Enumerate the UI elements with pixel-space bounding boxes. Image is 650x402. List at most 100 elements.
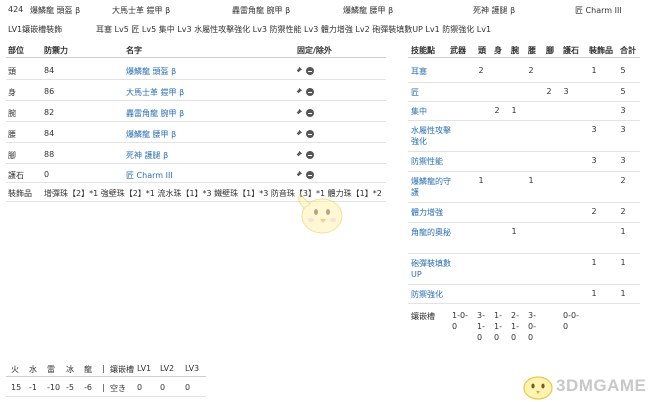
- skill-value: 3: [620, 106, 626, 115]
- skill-value: 1: [478, 176, 484, 185]
- slot-value: 0: [528, 333, 534, 342]
- skill-header-decorations: 裝飾品: [589, 46, 613, 55]
- resist-value: 0: [185, 383, 191, 392]
- row-defense: 88: [44, 150, 55, 159]
- slot-value: 1-: [494, 311, 502, 320]
- top-item-waist: 爆鱗龍 腰甲 β: [343, 6, 394, 15]
- skill-value: 1: [591, 289, 597, 298]
- skill-name-link[interactable]: 耳塞: [411, 66, 451, 77]
- row-part: 腳: [8, 151, 16, 160]
- skill-header-head: 頭: [478, 46, 486, 55]
- row-armor-link[interactable]: 爆鱗龍 腰甲 β: [126, 129, 176, 140]
- skill-header-charm: 護石: [563, 46, 579, 55]
- resist-value: 0: [160, 383, 166, 392]
- resist-header: LV2: [160, 364, 175, 373]
- top-item-head: 爆鱗龍 頭盔 β: [30, 6, 81, 15]
- exclude-icon[interactable]: [306, 67, 314, 75]
- skill-name-link[interactable]: 防禦性能: [411, 156, 451, 167]
- mascot-watermark-icon: [298, 193, 343, 234]
- skill-value: 1: [620, 258, 626, 267]
- exclude-icon[interactable]: [306, 151, 314, 159]
- pin-icon[interactable]: [294, 66, 303, 75]
- skill-value: 3: [591, 156, 597, 165]
- skill-value: 1: [511, 106, 517, 115]
- decorations-label: 裝飾品: [8, 189, 32, 198]
- skill-value: 1: [591, 258, 597, 267]
- row-armor-link[interactable]: 轟雷角龍 腕甲 β: [126, 108, 184, 119]
- skills-summary-right: 耳塞 Lv5 匠 Lv5 集中 Lv3 水屬性攻擊強化 Lv3 防禦性能 Lv3…: [96, 25, 492, 34]
- skill-value: 5: [620, 66, 626, 75]
- row-part: 腕: [8, 109, 16, 118]
- slot-value: 0: [477, 333, 483, 342]
- exclude-icon[interactable]: [306, 171, 314, 179]
- pin-icon[interactable]: [294, 150, 303, 159]
- resist-header: 水: [29, 365, 37, 374]
- top-item-body: 大馬士革 鎧甲 β: [112, 6, 171, 15]
- resist-header: |: [102, 364, 105, 373]
- slot-value: 3-: [477, 311, 485, 320]
- resist-value: 0: [137, 383, 143, 392]
- skill-name-link[interactable]: 防禦強化: [411, 289, 451, 300]
- skill-name-link[interactable]: 匠: [411, 87, 451, 98]
- slot-value: 1-0-: [452, 311, 468, 320]
- skill-header-total: 合計: [620, 46, 636, 55]
- skill-name-link[interactable]: 水屬性攻擊強化: [411, 125, 451, 147]
- pin-icon[interactable]: [294, 170, 303, 179]
- skills-summary-left: LV1鑲嵌槽裝飾: [8, 25, 63, 34]
- slot-value: 0-0-: [563, 311, 579, 320]
- resist-header: 雷: [47, 365, 55, 374]
- skill-name-link[interactable]: 體力增強: [411, 207, 451, 218]
- resist-value: 15: [11, 383, 22, 392]
- resist-header: 火: [11, 365, 19, 374]
- skill-value: 3: [563, 87, 569, 96]
- skill-value: 1: [591, 66, 597, 75]
- skill-value: 2: [478, 66, 484, 75]
- resist-value: 空き: [110, 384, 126, 393]
- mascot-logo-icon: [523, 376, 553, 400]
- pin-icon[interactable]: [294, 129, 303, 138]
- row-armor-link[interactable]: 大馬士革 鎧甲 β: [126, 87, 184, 98]
- skill-value: 2: [546, 87, 552, 96]
- skill-value: 1: [620, 289, 626, 298]
- row-charm-link[interactable]: 匠 Charm III: [126, 170, 173, 181]
- skill-name-link[interactable]: 角龍的奧秘: [411, 227, 451, 238]
- skill-header-legs: 腳: [546, 46, 554, 55]
- header-part: 部位: [8, 46, 24, 55]
- skill-value: 5: [620, 87, 626, 96]
- exclude-icon[interactable]: [306, 130, 314, 138]
- pin-icon[interactable]: [294, 87, 303, 96]
- skill-value: 2: [494, 106, 500, 115]
- slot-value: 2-: [511, 311, 519, 320]
- row-defense: 0: [44, 170, 50, 179]
- exclude-icon[interactable]: [306, 88, 314, 96]
- watermark-text: 3DMGAME: [556, 376, 647, 395]
- skill-value: 2: [620, 207, 626, 216]
- row-armor-link[interactable]: 爆鱗龍 頭盔 β: [126, 66, 176, 77]
- top-item-arm: 轟雷角龍 腕甲 β: [232, 6, 291, 15]
- skill-name-link[interactable]: 爆鱗龍的守護: [411, 176, 451, 198]
- skill-value: 2: [620, 176, 626, 185]
- row-part: 腰: [8, 130, 16, 139]
- header-defense: 防禦力: [44, 46, 68, 55]
- skill-value: 3: [620, 156, 626, 165]
- pin-icon[interactable]: [294, 108, 303, 117]
- slots-label: 鑲嵌槽: [411, 312, 435, 321]
- skill-value: 1: [511, 227, 517, 236]
- row-part: 身: [8, 88, 16, 97]
- skill-value: 1: [528, 176, 534, 185]
- skill-header-body: 身: [494, 46, 502, 55]
- top-item-legs: 死神 護腿 β: [473, 6, 516, 15]
- exclude-icon[interactable]: [306, 109, 314, 117]
- row-defense: 86: [44, 87, 55, 96]
- top-item-charm: 匠 Charm III: [575, 6, 622, 15]
- slot-value: 0: [563, 322, 569, 331]
- header-fix: 固定/除外: [297, 46, 332, 55]
- skill-value: 3: [620, 125, 626, 134]
- resist-value: -10: [47, 383, 61, 392]
- row-armor-link[interactable]: 死神 護腿 β: [126, 150, 168, 161]
- resist-header: 龍: [84, 365, 92, 374]
- skill-name-link[interactable]: 砲彈裝填數UP: [411, 258, 451, 280]
- resist-header: 冰: [66, 365, 74, 374]
- skill-name-link[interactable]: 集中: [411, 106, 451, 117]
- resist-value: -1: [29, 383, 37, 392]
